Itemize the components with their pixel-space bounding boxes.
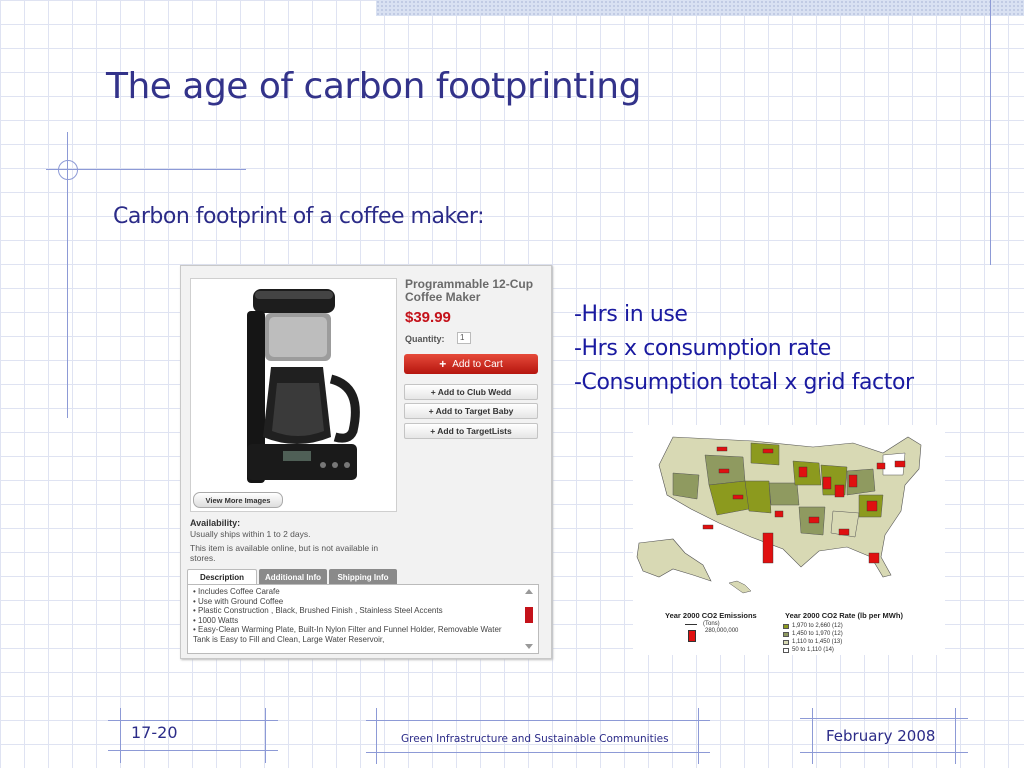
bullet-item: -Consumption total x grid factor — [574, 370, 914, 395]
add-to-cart-label: Add to Cart — [452, 358, 503, 370]
emissions-legend-title: Year 2000 CO2 Emissions — [665, 611, 757, 620]
footer-rule — [800, 752, 968, 753]
list-item: • 1000 Watts — [193, 615, 239, 625]
list-item: • Plastic Construction , Black, Brushed … — [193, 606, 443, 616]
emissions-legend-swatch — [688, 630, 696, 642]
add-to-club-button[interactable]: + Add to Club Wedd — [404, 384, 538, 400]
quantity-input[interactable]: 1 — [457, 332, 471, 344]
footer-rule — [366, 752, 710, 753]
plus-icon: + — [439, 357, 447, 371]
legend-swatch — [783, 639, 789, 645]
rule-ring-ornament — [58, 160, 78, 180]
legend-label: 1,450 to 1,970 (12) — [792, 631, 843, 637]
bullet-item: -Hrs in use — [574, 302, 688, 327]
co2-map: Year 2000 CO2 Emissions (Tons) 280,000,0… — [633, 425, 945, 655]
footer-rule — [376, 708, 377, 764]
add-to-cart-button[interactable]: + Add to Cart — [404, 354, 538, 374]
rate-legend-row: 1,110 to 1,450 (13) — [783, 639, 842, 645]
footer-rule — [800, 718, 968, 719]
quantity-label: Quantity: — [405, 334, 445, 344]
footer-rule — [812, 708, 813, 764]
footer-rule — [366, 720, 710, 721]
availability-online: This item is available online, but is no… — [190, 543, 379, 563]
description-panel: • Includes Coffee Carafe • Use with Grou… — [187, 584, 539, 654]
legend-label: 1,110 to 1,450 (13) — [792, 639, 843, 645]
emissions-legend-unit: (Tons) — [703, 621, 720, 627]
rate-legend-row: 50 to 1,110 (14) — [783, 647, 834, 653]
slide-date: February 2008 — [826, 727, 936, 745]
slide-number: 17-20 — [131, 723, 178, 742]
emissions-legend-value: 280,000,000 — [705, 628, 739, 634]
emissions-legend-line — [685, 624, 697, 625]
list-item: • Use with Ground Coffee — [193, 596, 284, 606]
legend-swatch — [783, 623, 789, 629]
rate-legend-row: 1,970 to 2,660 (12) — [783, 623, 843, 629]
rate-legend-title: Year 2000 CO2 Rate (lb per MWh) — [785, 611, 903, 620]
bullet-list: -Hrs in use -Hrs x consumption rate -Con… — [574, 298, 914, 400]
course-name: Green Infrastructure and Sustainable Com… — [401, 733, 669, 745]
footer-rule — [265, 708, 266, 763]
coffee-maker-icon — [247, 289, 360, 483]
footer-rule — [120, 708, 121, 763]
view-more-images-button[interactable]: View More Images — [193, 492, 283, 508]
add-to-lists-button[interactable]: + Add to TargetLists — [404, 423, 538, 439]
product-price: $39.99 — [405, 309, 451, 326]
list-item: • Easy-Clean Warming Plate, Built-In Nyl… — [193, 625, 502, 644]
scroll-thumb[interactable] — [525, 607, 533, 623]
product-image — [190, 278, 397, 512]
availability-shipping: Usually ships within 1 to 2 days. — [190, 529, 311, 539]
slide-title: The age of carbon footprinting — [106, 66, 641, 107]
add-to-baby-button[interactable]: + Add to Target Baby — [404, 403, 538, 419]
right-vertical-rule — [990, 0, 991, 265]
list-item: • Includes Coffee Carafe — [193, 587, 280, 596]
footer-rule — [698, 708, 699, 764]
product-name[interactable]: Programmable 12-Cup Coffee Maker — [405, 278, 545, 304]
rate-legend-row: 1,450 to 1,970 (12) — [783, 631, 843, 637]
footer-rule — [955, 708, 956, 764]
description-list: • Includes Coffee Carafe • Use with Grou… — [193, 587, 515, 645]
tab-additional-info[interactable]: Additional Info — [259, 569, 327, 585]
description-scrollbar[interactable] — [524, 589, 534, 649]
tab-shipping-info[interactable]: Shipping Info — [329, 569, 397, 585]
footer-rule — [108, 750, 278, 751]
legend-swatch — [783, 647, 789, 653]
legend-label: 1,970 to 2,660 (12) — [792, 623, 843, 629]
bullet-item: -Hrs x consumption rate — [574, 336, 831, 361]
legend-label: 50 to 1,110 (14) — [792, 647, 834, 653]
product-screenshot: Programmable 12-Cup Coffee Maker $39.99 … — [180, 265, 552, 659]
slide-subtitle: Carbon footprint of a coffee maker: — [113, 204, 484, 229]
availability-label: Availability: — [190, 518, 241, 528]
legend-swatch — [783, 631, 789, 637]
us-map-graphic — [636, 436, 922, 594]
tab-description[interactable]: Description — [187, 569, 257, 585]
footer-rule — [108, 720, 278, 721]
top-decorative-band — [376, 0, 1024, 16]
